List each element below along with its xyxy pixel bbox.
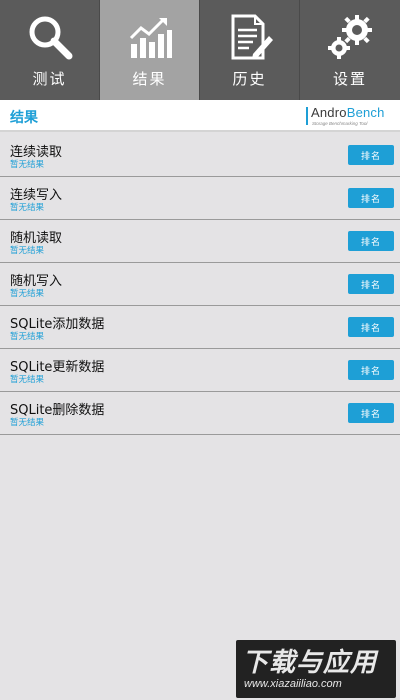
tab-label: 历史 — [232, 70, 267, 88]
logo-tagline: Storage Benchmarking Tool — [312, 121, 368, 126]
logo-bench: Bench — [346, 105, 385, 120]
logo-text: AndroBench — [311, 105, 385, 120]
result-status: 暂无结果 — [10, 160, 45, 170]
list-item[interactable]: SQLite删除数据 暂无结果 排名 — [0, 392, 400, 435]
rank-button[interactable]: 排名 — [348, 274, 394, 294]
tab-history[interactable]: 历史 — [200, 0, 300, 100]
list-item[interactable]: SQLite更新数据 暂无结果 排名 — [0, 349, 400, 392]
logo-andro: Andro — [311, 105, 347, 120]
list-item[interactable]: 连续写入 暂无结果 排名 — [0, 177, 400, 220]
logo-bar — [306, 107, 308, 125]
rank-button[interactable]: 排名 — [348, 231, 394, 251]
results-list: 连续读取 暂无结果 排名 连续写入 暂无结果 排名 随机读取 暂无结果 排名 随… — [0, 134, 400, 435]
tab-bar: 测试 结果 历史 设置 — [0, 0, 400, 100]
tab-label: 设置 — [332, 70, 367, 88]
rank-button[interactable]: 排名 — [348, 145, 394, 165]
chart-icon — [129, 18, 172, 58]
watermark-logo: 下载与应用 www.xiazaiiliao.com — [236, 640, 396, 698]
rank-button[interactable]: 排名 — [348, 360, 394, 380]
result-status: 暂无结果 — [10, 418, 45, 428]
page-title: 结果 — [10, 110, 38, 126]
tab-test[interactable]: 测试 — [0, 0, 100, 100]
list-item[interactable]: SQLite添加数据 暂无结果 排名 — [0, 306, 400, 349]
rank-button[interactable]: 排名 — [348, 403, 394, 423]
result-status: 暂无结果 — [10, 375, 45, 385]
watermark-brand: 下载与应用 — [242, 648, 378, 678]
result-status: 暂无结果 — [10, 332, 45, 342]
result-status: 暂无结果 — [10, 246, 45, 256]
tab-settings[interactable]: 设置 — [300, 0, 400, 100]
list-item[interactable]: 随机写入 暂无结果 排名 — [0, 263, 400, 306]
list-item[interactable]: 连续读取 暂无结果 排名 — [0, 134, 400, 177]
list-item[interactable]: 随机读取 暂无结果 排名 — [0, 220, 400, 263]
result-status: 暂无结果 — [10, 203, 45, 213]
gear-icon — [328, 15, 372, 59]
search-icon — [29, 16, 72, 60]
rank-button[interactable]: 排名 — [348, 317, 394, 337]
watermark-url: www.xiazaiiliao.com — [244, 678, 342, 690]
results-header: 结果 AndroBench Storage Benchmarking Tool — [0, 100, 400, 132]
tab-label: 测试 — [32, 70, 67, 88]
rank-button[interactable]: 排名 — [348, 188, 394, 208]
tab-label: 结果 — [132, 70, 167, 88]
androbench-logo: AndroBench Storage Benchmarking Tool — [306, 105, 392, 129]
tab-results[interactable]: 结果 — [100, 0, 200, 100]
document-edit-icon — [231, 14, 273, 60]
result-status: 暂无结果 — [10, 289, 45, 299]
